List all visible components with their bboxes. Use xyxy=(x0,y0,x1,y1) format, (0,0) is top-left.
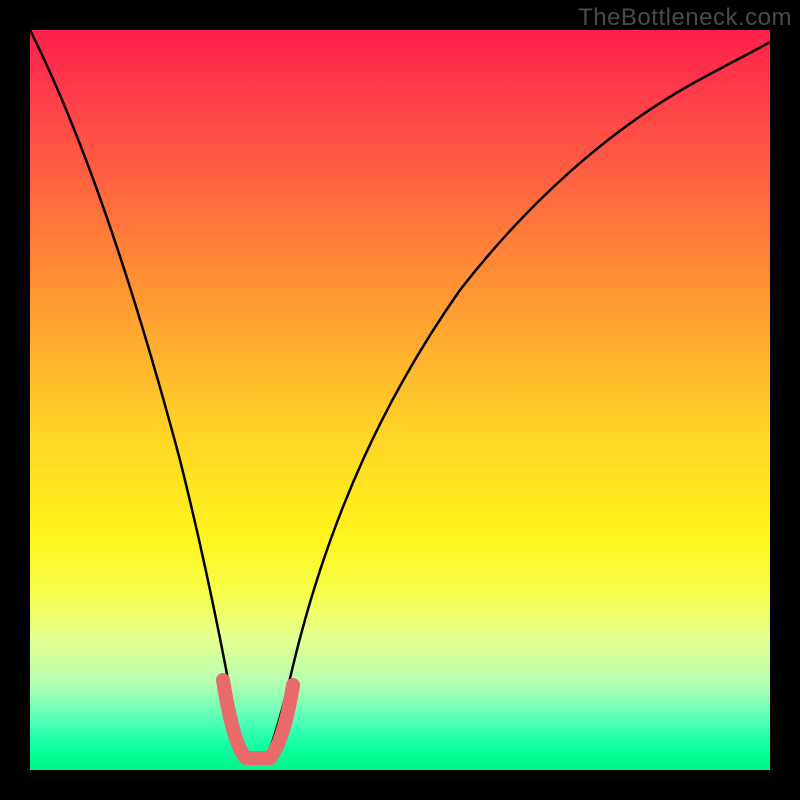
valley-highlight xyxy=(223,680,293,758)
watermark-text: TheBottleneck.com xyxy=(578,4,792,32)
plot-area xyxy=(30,30,770,770)
chart-frame: TheBottleneck.com xyxy=(0,0,800,800)
curve-layer xyxy=(30,30,770,770)
bottleneck-curve xyxy=(30,30,770,758)
